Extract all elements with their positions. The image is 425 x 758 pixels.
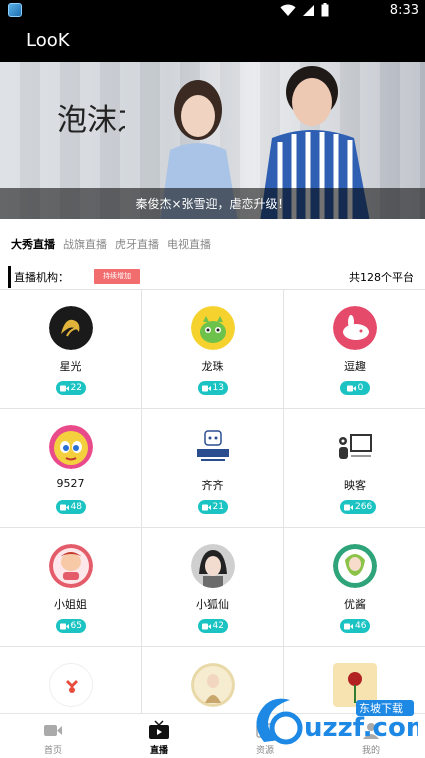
signal-icon [303,4,314,16]
platform-card[interactable]: 映客 266 [284,409,425,528]
platform-card[interactable]: 龙珠 13 [142,290,284,409]
app-title: LooK [26,30,70,51]
video-camera-icon [346,385,356,391]
platform-card[interactable]: 逗趣 0 [284,290,425,409]
status-icons [280,3,329,17]
platform-card[interactable]: 星光 22 [0,290,142,409]
viewer-count: 22 [70,383,82,393]
platform-name: 齐齐 [201,479,224,492]
tab-daxiu[interactable]: 大秀直播 [11,236,55,252]
status-time: 8:33 [389,3,419,18]
video-camera-icon [59,385,69,391]
viewer-count: 46 [355,621,367,631]
video-camera-icon [44,725,62,736]
avatar [190,663,235,707]
viewer-count: 13 [212,383,224,393]
platform-card[interactable]: 小狐仙 42 [142,528,284,647]
viewer-count: 65 [70,621,82,631]
viewer-count: 48 [70,502,82,512]
platform-name: 星光 [59,360,82,373]
app-bar: LooK [0,22,425,62]
watermark-tag: 东坡下载 [359,702,403,715]
viewer-count-badge: 65 [55,619,86,633]
org-label: 直播机构： [14,271,69,284]
banner-calligraphy: 泡沫之夏 [57,103,125,138]
platform-card[interactable] [0,647,142,713]
org-header: 直播机构： 持续增加 共128个平台 [8,266,418,288]
platform-card[interactable]: 齐齐 21 [142,409,284,528]
nav-live-label: 直播 [149,746,168,756]
notification-app-icon [8,3,22,17]
viewer-count-badge: 46 [340,619,371,633]
avatar [190,306,235,350]
status-bar: 8:33 [0,0,425,22]
video-camera-icon [59,504,69,510]
nav-home-label: 首页 [43,746,62,756]
viewer-count-badge: 48 [55,500,86,514]
battery-icon [321,3,329,17]
viewer-count: 42 [212,621,224,631]
tv-play-icon [149,720,169,739]
platform-card[interactable]: 小姐姐 65 [0,528,142,647]
banner-carousel[interactable]: 泡沫之夏 秦俊杰×张雪迎，虐恋升级！ [0,62,425,219]
avatar [48,544,93,588]
status-badge: 持续增加 [94,269,140,284]
platform-name: 优酱 [344,598,366,611]
wifi-icon [280,4,296,16]
viewer-count: 0 [357,383,364,393]
video-camera-icon [344,623,353,629]
avatar [333,306,377,350]
platform-grid: 星光 22 龙珠 13 逗趣 0 9527 48 齐齐 21 映客 266 小姐… [0,289,425,713]
avatar [333,544,377,588]
platform-name: 小姐姐 [54,598,87,611]
platform-card[interactable]: 优酱 46 [284,528,425,647]
banner-caption-bar: 秦俊杰×张雪迎，虐恋升级！ [0,188,425,219]
viewer-count-badge: 21 [197,500,228,514]
avatar [190,544,235,588]
avatar [48,425,93,469]
watermark-brand: uzzf.com [304,713,418,743]
video-camera-icon [344,504,353,510]
watermark-logo: uzzf.com 东坡下载 [256,698,418,745]
viewer-count-badge: 266 [340,500,377,514]
platform-name: 映客 [344,479,366,492]
video-camera-icon [59,623,69,629]
video-camera-icon [201,385,211,391]
video-camera-icon [201,504,211,510]
viewer-count: 21 [212,502,224,512]
tab-tv[interactable]: 电视直播 [167,236,211,252]
platform-name: 逗趣 [344,360,366,373]
platform-card[interactable]: 9527 48 [0,409,142,528]
live-source-tabs: 大秀直播 战旗直播 虎牙直播 电视直播 [0,232,425,256]
banner-calligraphy-text: 泡沫之夏 [57,103,125,138]
nav-live[interactable]: 直播 [106,714,212,758]
platform-name: 龙珠 [201,360,224,373]
platform-name: 小狐仙 [196,598,229,611]
viewer-count: 266 [355,502,373,512]
tab-huya[interactable]: 虎牙直播 [115,236,159,252]
nav-home[interactable]: 首页 [0,714,106,758]
avatar [48,306,93,350]
viewer-count-badge: 13 [197,381,228,395]
banner-caption: 秦俊杰×张雪迎，虐恋升级！ [135,197,290,211]
platform-count: 共128个平台 [349,271,414,284]
platform-name: 9527 [56,477,85,490]
avatar [333,425,377,469]
tab-zhanqi[interactable]: 战旗直播 [63,236,107,252]
viewer-count-badge: 0 [340,381,370,395]
viewer-count-badge: 42 [197,619,228,633]
avatar [48,663,93,707]
avatar [190,425,235,469]
video-camera-icon [201,623,211,629]
viewer-count-badge: 22 [55,381,86,395]
